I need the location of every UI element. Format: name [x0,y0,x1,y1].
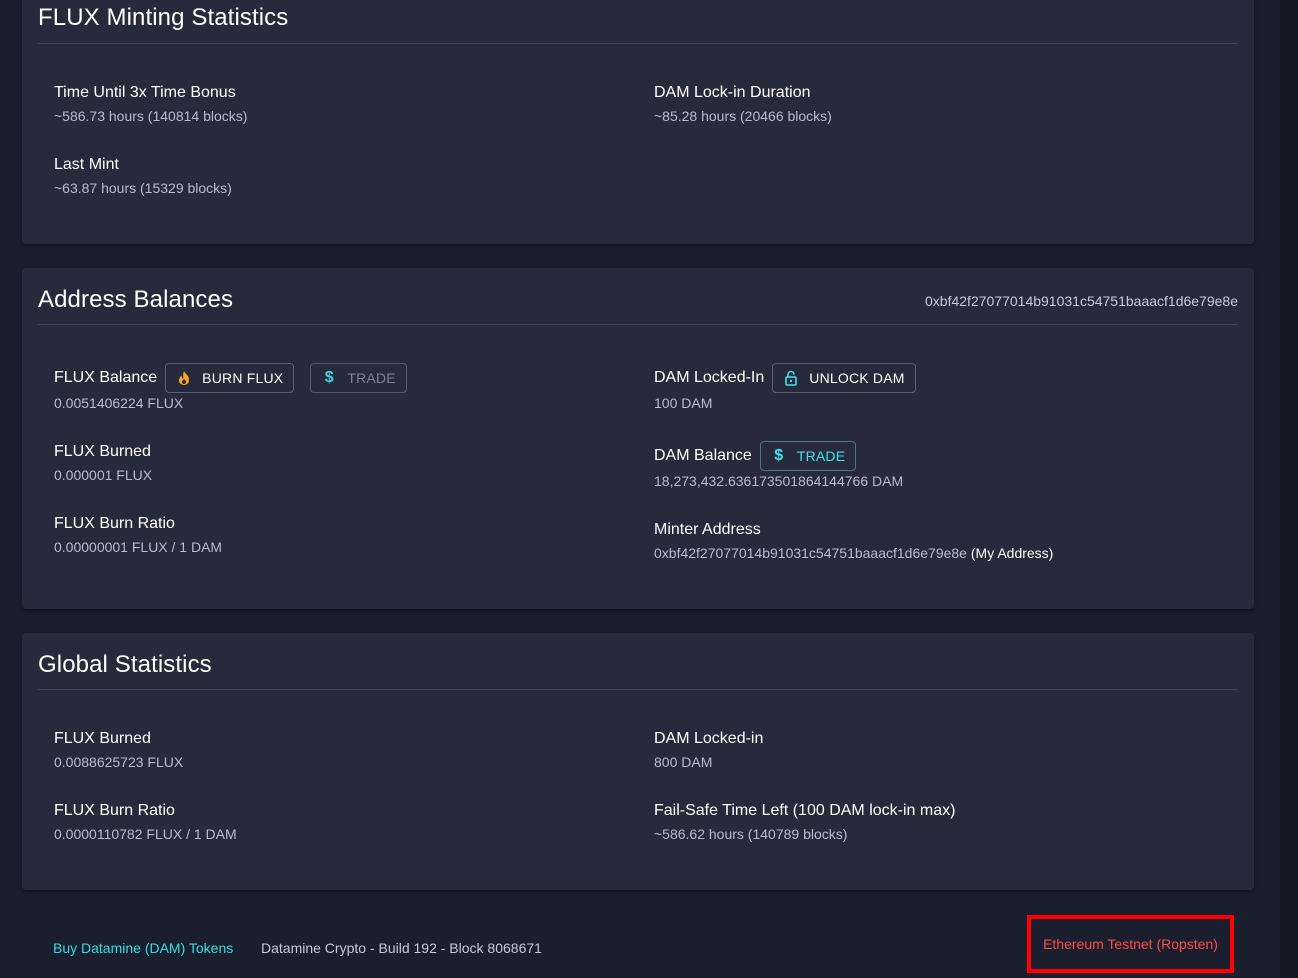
minting-statistics-title: FLUX Minting Statistics [38,4,289,31]
address-balances-title: Address Balances [38,286,234,313]
flux-burn-ratio-label: FLUX Burn Ratio [54,515,175,532]
my-address-tag: (My Address) [970,545,1054,561]
flux-burned-label: FLUX Burned [54,443,151,460]
global-flux-burn-ratio-label: FLUX Burn Ratio [54,802,175,819]
global-flux-burned-label: FLUX Burned [54,730,151,747]
burn-flux-button[interactable]: BURN FLUX [165,363,295,393]
lock-open-icon [781,370,801,386]
failsafe-label: Fail-Safe Time Left (100 DAM lock-in max… [654,802,956,819]
dam-balance-label: DAM Balance [654,447,752,464]
dam-locked-value: 100 DAM [654,395,713,411]
dam-locked-label: DAM Locked-In [654,369,765,386]
global-dam-locked-value: 800 DAM [654,754,713,770]
time-bonus-stat: Time Until 3x Time Bonus ~586.73 hours (… [54,78,247,124]
time-bonus-value: ~586.73 hours (140814 blocks) [54,108,248,124]
card-divider [38,324,1238,325]
unlock-dam-label: UNLOCK DAM [809,370,905,386]
last-mint-label: Last Mint [54,156,119,173]
failsafe-value: ~586.62 hours (140789 blocks) [654,826,848,842]
trade-flux-button[interactable]: $ TRADE [310,363,407,393]
time-bonus-label: Time Until 3x Time Bonus [54,84,236,101]
flux-burned-stat: FLUX Burned 0.000001 FLUX [54,437,152,483]
global-flux-burned-stat: FLUX Burned 0.0088625723 FLUX [54,724,183,770]
global-statistics-title: Global Statistics [38,651,212,678]
dollar-icon: $ [324,369,334,386]
minter-address-value: 0xbf42f27077014b91031c54751baaacf1d6e79e… [654,545,1053,561]
flux-burn-ratio-value: 0.00000001 FLUX / 1 DAM [54,539,223,555]
global-dam-locked-stat: DAM Locked-in 800 DAM [654,724,763,770]
global-dam-locked-label: DAM Locked-in [654,730,764,747]
global-statistics-card: Global Statistics FLUX Burned 0.00886257… [22,633,1254,890]
dollar-icon: $ [774,447,784,464]
card-divider [38,43,1238,44]
dam-locked-stat: DAM Locked-In UNLOCK DAM 100 DAM [654,363,916,411]
last-mint-stat: Last Mint ~63.87 hours (15329 blocks) [54,150,232,196]
flux-balance-value: 0.0051406224 FLUX [54,395,184,411]
address-balances-card: Address Balances 0xbf42f27077014b91031c5… [22,268,1254,609]
trade-flux-label: TRADE [347,370,396,386]
global-flux-burn-ratio-stat: FLUX Burn Ratio 0.0000110782 FLUX / 1 DA… [54,796,237,842]
trade-dam-label: TRADE [796,448,846,464]
buy-dam-link[interactable]: Buy Datamine (DAM) Tokens [53,940,233,956]
last-mint-value: ~63.87 hours (15329 blocks) [54,180,232,196]
minter-address-stat: Minter Address 0xbf42f27077014b91031c547… [654,515,1053,561]
network-indicator[interactable]: Ethereum Testnet (Ropsten) [1027,915,1234,973]
flux-burn-ratio-stat: FLUX Burn Ratio 0.00000001 FLUX / 1 DAM [54,509,222,555]
wallet-address: 0xbf42f27077014b91031c54751baaacf1d6e79e… [925,293,1238,309]
build-info: Datamine Crypto - Build 192 - Block 8068… [261,940,542,956]
failsafe-stat: Fail-Safe Time Left (100 DAM lock-in max… [654,796,955,842]
trade-dam-button[interactable]: $ TRADE [759,441,857,471]
lockin-duration-label: DAM Lock-in Duration [654,84,811,101]
network-label: Ethereum Testnet (Ropsten) [1043,936,1218,952]
flux-balance-stat: FLUX Balance BURN FLUX $ TRADE 0.0051406… [54,363,407,411]
lockin-duration-value: ~85.28 hours (20466 blocks) [654,108,832,124]
dam-balance-stat: DAM Balance $ TRADE 18,273,432.636173501… [654,441,903,489]
card-divider [38,689,1238,690]
minter-address-label: Minter Address [654,521,761,538]
minting-statistics-card: FLUX Minting Statistics Time Until 3x Ti… [22,0,1254,244]
minter-address-text: 0xbf42f27077014b91031c54751baaacf1d6e79e… [654,545,967,561]
page-scroll-gutter [1280,0,1298,978]
flux-burned-value: 0.000001 FLUX [54,467,153,483]
unlock-dam-button[interactable]: UNLOCK DAM [772,363,916,393]
burn-flux-label: BURN FLUX [202,370,284,386]
global-flux-burned-value: 0.0088625723 FLUX [54,754,184,770]
dam-balance-value: 18,273,432.636173501864144766 DAM [654,473,904,489]
flux-balance-label: FLUX Balance [54,369,158,386]
global-flux-burn-ratio-value: 0.0000110782 FLUX / 1 DAM [54,826,237,842]
lockin-duration-stat: DAM Lock-in Duration ~85.28 hours (20466… [654,78,832,124]
fire-icon [174,370,194,386]
